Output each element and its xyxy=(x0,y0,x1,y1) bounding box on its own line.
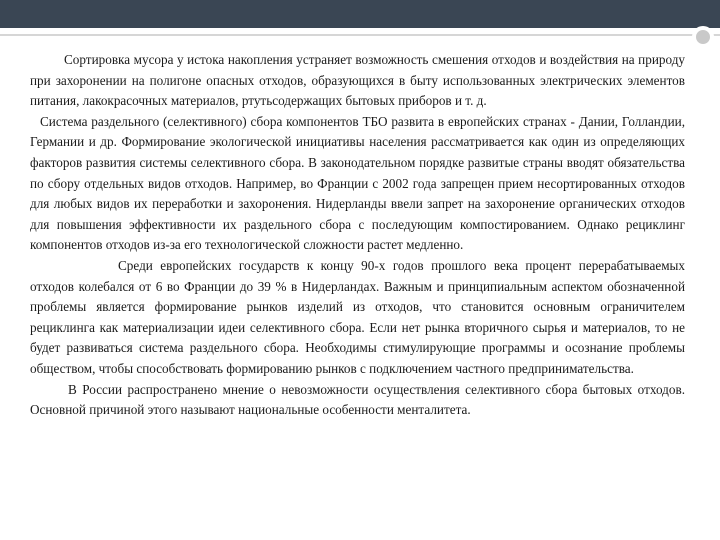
decorative-circle xyxy=(692,26,714,48)
paragraph-3: Среди европейских государств к концу 90-… xyxy=(30,257,685,376)
title-bar xyxy=(0,0,720,28)
slide-body: Сортировка мусора у истока накопления ус… xyxy=(30,50,685,421)
paragraph-2: Система раздельного (селективного) сбора… xyxy=(30,113,685,253)
header-accent-line xyxy=(0,28,720,32)
paragraph-4: В России распространено мнение о невозмо… xyxy=(30,381,685,418)
paragraph-1: Сортировка мусора у истока накопления ус… xyxy=(30,52,685,109)
header-divider xyxy=(0,34,720,36)
